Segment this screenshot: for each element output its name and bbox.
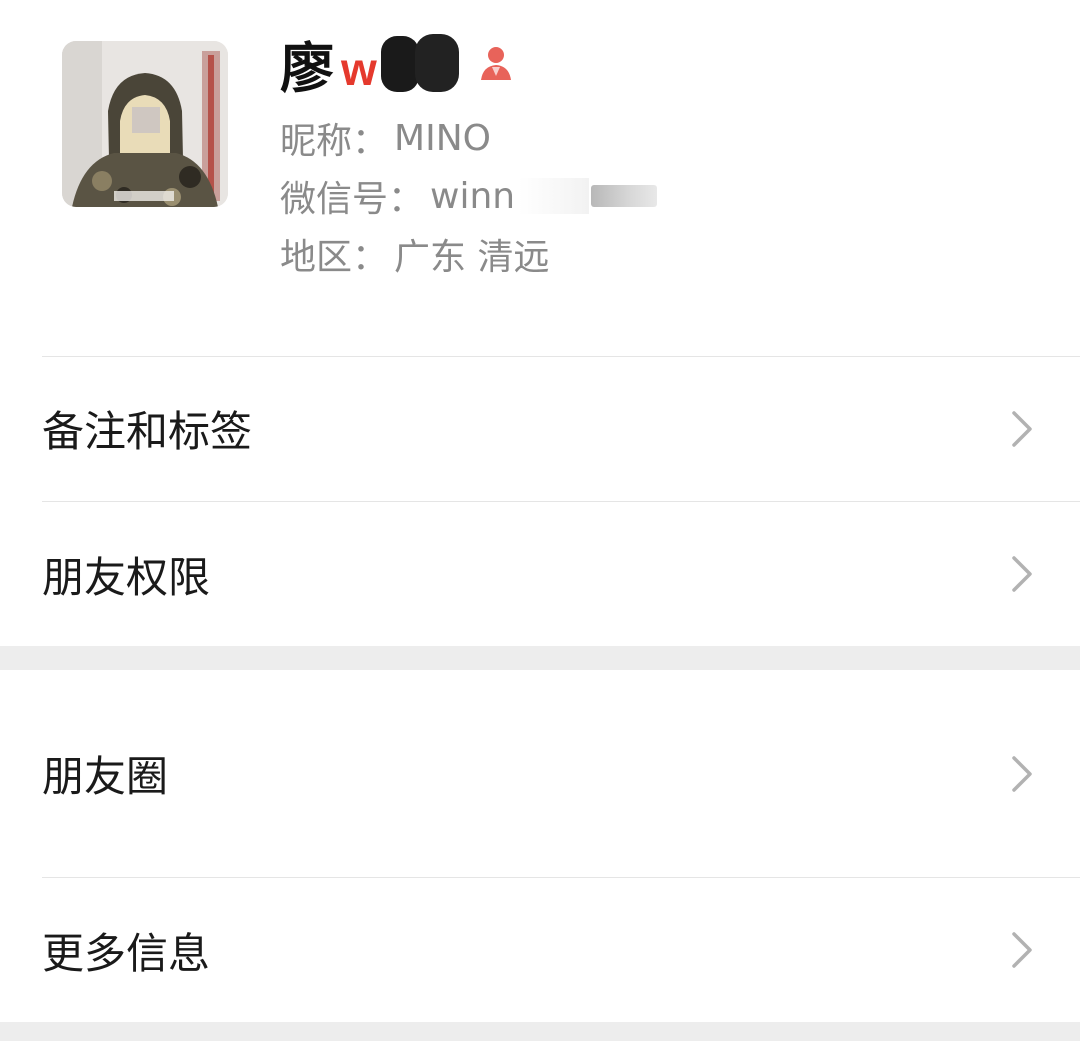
cell-label: 朋友圈 (42, 752, 169, 801)
chevron-right-icon (1012, 932, 1032, 968)
cell-remarks-and-tags[interactable]: 备注和标签 (0, 356, 1080, 501)
chevron-right-icon (1012, 410, 1032, 447)
avatar[interactable] (62, 41, 228, 207)
cell-more-info[interactable]: 更多信息 (0, 878, 1080, 1022)
cell-moments[interactable]: 朋友圈 (0, 670, 1080, 877)
settings-group-1: 备注和标签 朋友权限 (0, 356, 1080, 646)
wechat-id-line: 微信号： winn (280, 170, 658, 222)
region-value: 广东 清远 (394, 237, 550, 278)
redaction-letter: w (341, 43, 377, 95)
wechat-id-value: winn (430, 175, 516, 217)
wechat-id-redaction (519, 178, 590, 214)
profile-header: 廖 w 昵称： MINO 微信号： winn 地区： 广东 清远 (0, 0, 1080, 356)
wechat-id-label: 微信号： (280, 179, 425, 220)
cell-friend-permissions[interactable]: 朋友权限 (0, 502, 1080, 646)
contact-profile-page: 廖 w 昵称： MINO 微信号： winn 地区： 广东 清远 备注和标签 朋… (0, 0, 1080, 1041)
settings-group-2: 朋友圈 更多信息 (0, 670, 1080, 1022)
nickname-line: 昵称： MINO (280, 112, 491, 164)
female-person-icon (481, 47, 511, 80)
cell-label: 朋友权限 (42, 552, 211, 602)
nickname-label: 昵称： (280, 121, 389, 162)
cell-label: 备注和标签 (42, 407, 253, 456)
nickname-value: MINO (394, 117, 491, 159)
region-label: 地区： (280, 237, 389, 278)
redaction-blob (415, 34, 459, 92)
name-row: 廖 w (280, 28, 517, 100)
name-redaction: w (337, 32, 461, 95)
avatar-photo (62, 41, 228, 207)
contact-name: 廖 (280, 36, 335, 100)
redaction-blob (381, 36, 419, 92)
chevron-right-icon (1012, 556, 1032, 592)
cell-label: 更多信息 (42, 928, 211, 978)
wechat-id-redaction (591, 185, 658, 207)
region-line: 地区： 广东 清远 (280, 228, 549, 280)
chevron-right-icon (1012, 755, 1032, 792)
